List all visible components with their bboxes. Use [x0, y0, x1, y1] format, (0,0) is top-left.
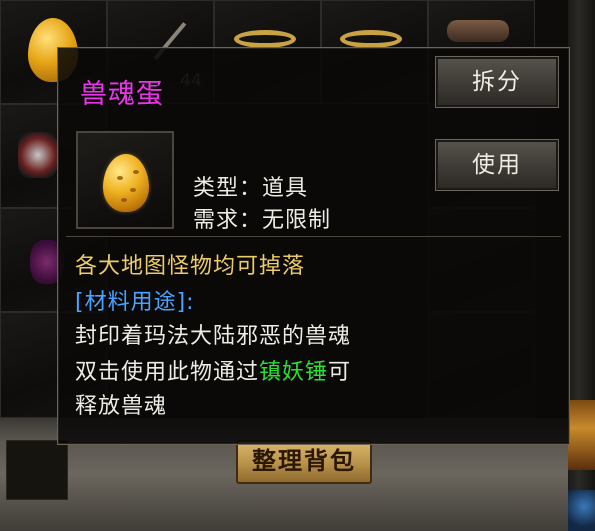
- ring-item-icon[interactable]: [340, 30, 402, 48]
- ring-item-icon[interactable]: [234, 30, 296, 48]
- description-line: 封印着玛法大陆邪恶的兽魂: [75, 324, 352, 349]
- item-link-demon-hammer: 镇妖锤: [259, 360, 329, 385]
- egg-speck: [133, 170, 139, 174]
- item-type: 类型：道具: [193, 176, 309, 201]
- description-text: 双击使用此物通过: [75, 360, 260, 385]
- golden-egg-icon: [103, 154, 149, 212]
- description-line: 双击使用此物通过镇妖锤可: [75, 354, 351, 386]
- split-button[interactable]: 拆分: [435, 56, 559, 108]
- item-requirement: 需求：无限制: [193, 208, 332, 233]
- side-frame: [568, 0, 595, 531]
- inventory-slot[interactable]: [6, 440, 68, 500]
- item-icon-frame: [76, 131, 174, 229]
- egg-speck: [130, 188, 136, 192]
- drop-source-text: 各大地图怪物均可掉落: [75, 254, 306, 279]
- description-text: 可: [328, 360, 352, 385]
- bracelet-item-icon[interactable]: [447, 20, 509, 42]
- item-tooltip: 兽魂蛋 拆分 使用 类型：道具 需求：无限制 各大地图怪物均可掉落 [材料用途]…: [57, 47, 570, 445]
- sort-bag-button[interactable]: 整理背包: [236, 440, 372, 484]
- egg-speck: [117, 176, 123, 180]
- description-line: 释放兽魂: [75, 394, 168, 419]
- egg-speck: [121, 198, 127, 202]
- divider: [66, 236, 561, 237]
- use-button[interactable]: 使用: [435, 139, 559, 191]
- item-name: 兽魂蛋: [80, 79, 164, 110]
- usage-header: [材料用途]:: [75, 290, 195, 315]
- gem-item-icon[interactable]: [18, 132, 58, 178]
- flame-decoration-icon: [568, 400, 595, 470]
- mana-orb-icon: [568, 490, 595, 531]
